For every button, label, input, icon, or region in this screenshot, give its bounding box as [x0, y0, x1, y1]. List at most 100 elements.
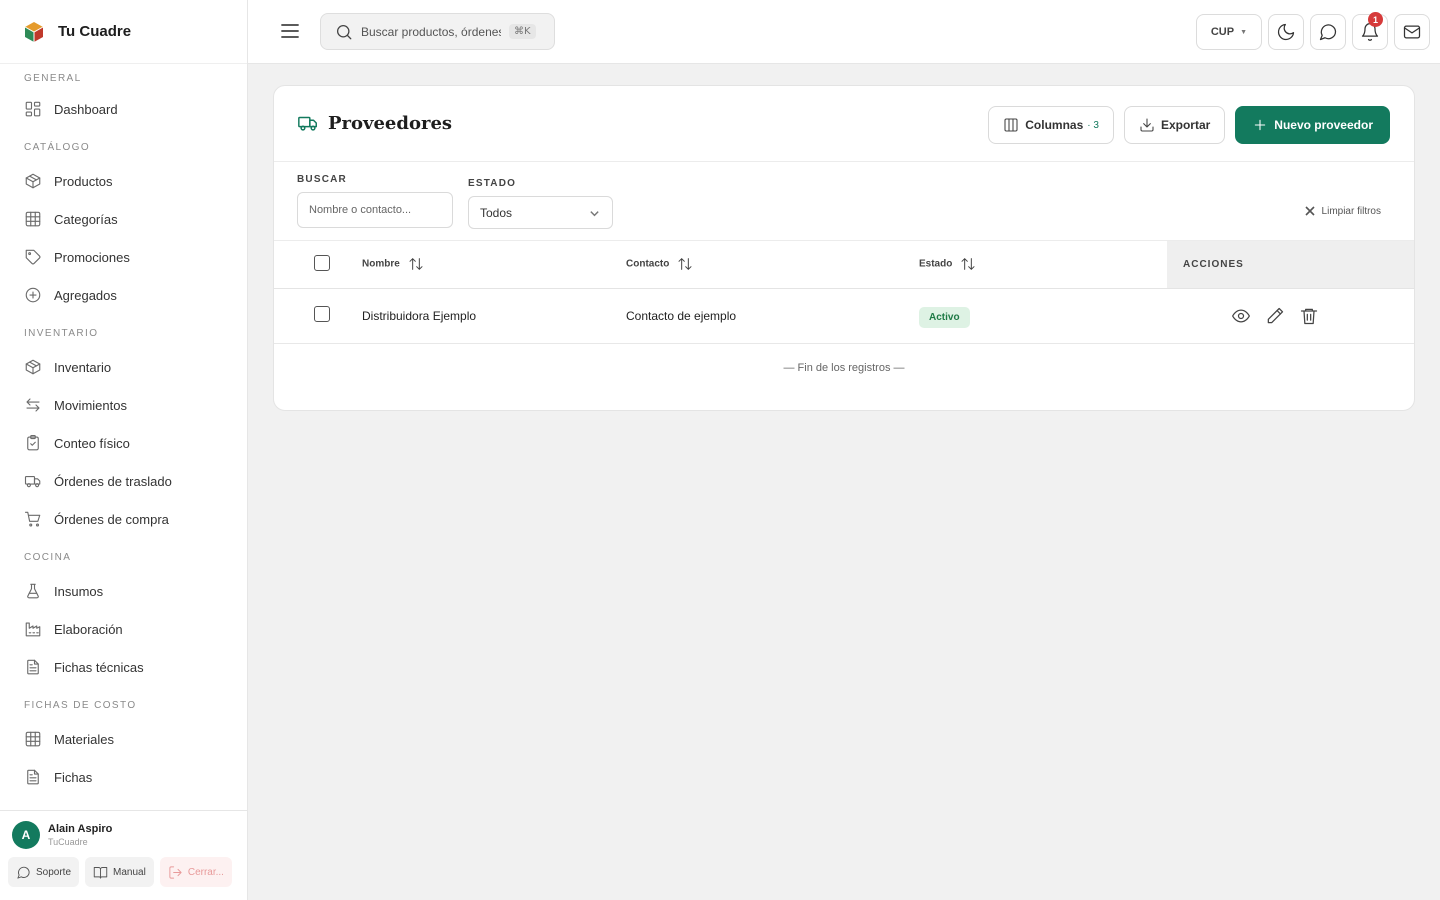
supplier-contact: Contacto de ejemplo — [626, 288, 919, 344]
sidebar-item-label: Promociones — [54, 249, 130, 265]
sidebar-item-fichas-tecnicas[interactable]: Fichas técnicas — [0, 648, 247, 686]
supplier-name: Distribuidora Ejemplo — [362, 288, 626, 344]
columns-button[interactable]: Columnas · 3 — [988, 106, 1114, 144]
columns-count: · 3 — [1087, 119, 1099, 131]
select-all-checkbox[interactable] — [314, 254, 330, 271]
sort-icon — [677, 256, 693, 272]
page-title: Proveedores — [328, 112, 453, 134]
chat-button[interactable] — [1310, 14, 1346, 50]
document-icon — [24, 658, 42, 676]
box-icon — [24, 172, 42, 190]
notifications-button[interactable]: 1 — [1352, 12, 1388, 50]
sidebar-item-label: Agregados — [54, 287, 117, 303]
status-filter-value: Todos — [480, 205, 513, 220]
column-header-status-label: Estado — [919, 258, 953, 270]
currency-value: CUP — [1210, 26, 1235, 38]
column-header-status[interactable]: Estado — [919, 241, 1167, 289]
edit-icon[interactable] — [1265, 306, 1285, 326]
sidebar-item-label: Categorías — [54, 211, 118, 227]
sidebar-item-inventario[interactable]: Inventario — [0, 348, 247, 386]
status-filter-label: ESTADO — [468, 178, 517, 189]
suppliers-table: Nombre Contacto Estado ACCIONES Distribu… — [274, 241, 1414, 344]
truck-icon — [297, 112, 319, 134]
search-shortcut: ⌘K — [509, 24, 536, 39]
plus-icon — [1255, 119, 1266, 131]
logout-button[interactable]: Cerrar... — [159, 857, 232, 887]
arrows-icon — [24, 396, 42, 414]
export-label: Exportar — [1160, 118, 1211, 132]
sidebar-item-agregados[interactable]: Agregados — [0, 276, 247, 314]
sidebar: Tu Cuadre GENERAL Dashboard CATÁLOGO Pro… — [0, 0, 248, 900]
clear-filters-button[interactable]: Limpiar filtros — [1304, 205, 1381, 217]
section-label-inventario: INVENTARIO — [24, 328, 99, 339]
mail-icon — [1403, 25, 1421, 39]
theme-toggle-button[interactable] — [1268, 14, 1304, 50]
grid-icon — [24, 210, 42, 228]
user-name: Alain Aspiro — [48, 823, 113, 835]
support-label: Soporte — [36, 866, 72, 878]
suppliers-card: Proveedores Columnas · 3 Exportar Nuevo p… — [273, 85, 1415, 411]
new-supplier-label: Nuevo proveedor — [1274, 118, 1373, 132]
logout-label: Cerrar... — [187, 866, 224, 878]
factory-icon — [24, 620, 42, 638]
sidebar-item-insumos[interactable]: Insumos — [0, 572, 247, 610]
search-filter-label: BUSCAR — [297, 174, 347, 185]
column-header-name[interactable]: Nombre — [362, 241, 626, 289]
sidebar-item-promociones[interactable]: Promociones — [0, 238, 247, 276]
truck-icon — [24, 472, 42, 490]
sidebar-nav: GENERAL Dashboard CATÁLOGO Productos Cat… — [0, 64, 247, 810]
grid-icon — [24, 730, 42, 748]
column-header-contact-label: Contacto — [626, 258, 670, 270]
sidebar-item-label: Productos — [54, 173, 113, 189]
sidebar-item-materiales[interactable]: Materiales — [0, 720, 247, 758]
sidebar-item-label: Materiales — [54, 731, 114, 747]
book-icon — [93, 866, 108, 879]
manual-button[interactable]: Manual — [85, 857, 154, 887]
user-info[interactable]: A Alain Aspiro TuCuadre — [0, 811, 247, 849]
sidebar-item-label: Inventario — [54, 359, 112, 375]
status-filter-select[interactable]: Todos — [468, 196, 613, 229]
global-search[interactable]: ⌘K — [320, 13, 555, 50]
supplier-search-input[interactable] — [297, 192, 453, 228]
sidebar-item-ordenes-compra[interactable]: Órdenes de compra — [0, 500, 247, 538]
hamburger-icon — [281, 24, 299, 38]
moon-icon — [1277, 23, 1295, 41]
export-button[interactable]: Exportar — [1123, 106, 1226, 144]
sidebar-item-movimientos[interactable]: Movimientos — [0, 386, 247, 424]
new-supplier-button[interactable]: Nuevo proveedor — [1235, 106, 1390, 144]
sidebar-item-conteo-fisico[interactable]: Conteo físico — [0, 424, 247, 462]
global-search-input[interactable] — [361, 24, 501, 39]
table-row[interactable]: Distribuidora Ejemplo Contacto de ejempl… — [274, 288, 1414, 344]
search-icon — [336, 24, 352, 39]
column-header-actions: ACCIONES — [1167, 241, 1414, 289]
sidebar-item-fichas[interactable]: Fichas — [0, 758, 247, 796]
support-button[interactable]: Soporte — [8, 857, 80, 887]
menu-toggle-button[interactable] — [280, 21, 300, 41]
sidebar-item-label: Movimientos — [54, 397, 127, 413]
sidebar-item-label: Fichas técnicas — [54, 659, 144, 675]
sidebar-item-ordenes-traslado[interactable]: Órdenes de traslado — [0, 462, 247, 500]
sidebar-item-elaboracion[interactable]: Elaboración — [0, 610, 247, 648]
clipboard-check-icon — [24, 434, 42, 452]
column-header-contact[interactable]: Contacto — [626, 241, 919, 289]
eye-icon[interactable] — [1231, 306, 1251, 326]
sidebar-item-label: Elaboración — [54, 621, 123, 637]
sidebar-item-dashboard[interactable]: Dashboard — [0, 90, 247, 128]
brand[interactable]: Tu Cuadre — [0, 0, 247, 64]
sidebar-item-label: Fichas — [54, 769, 93, 785]
close-icon — [1304, 206, 1315, 216]
sidebar-item-label: Dashboard — [54, 101, 118, 117]
brand-logo-icon — [24, 21, 44, 42]
trash-icon[interactable] — [1299, 306, 1319, 326]
column-header-name-label: Nombre — [362, 258, 400, 270]
section-label-catalogo: CATÁLOGO — [24, 142, 91, 153]
section-label-general: GENERAL — [24, 73, 82, 84]
mail-button[interactable] — [1394, 14, 1430, 50]
currency-select[interactable]: CUP ▼ — [1195, 14, 1262, 50]
topbar: ⌘K CUP ▼ 1 — [248, 0, 1440, 64]
filters-bar: BUSCAR ESTADO Todos Limpiar filtros — [274, 162, 1414, 241]
section-label-fichas-costo: FICHAS DE COSTO — [24, 700, 137, 711]
sidebar-item-categorias[interactable]: Categorías — [0, 200, 247, 238]
sidebar-item-productos[interactable]: Productos — [0, 162, 247, 200]
row-checkbox[interactable] — [314, 306, 330, 322]
